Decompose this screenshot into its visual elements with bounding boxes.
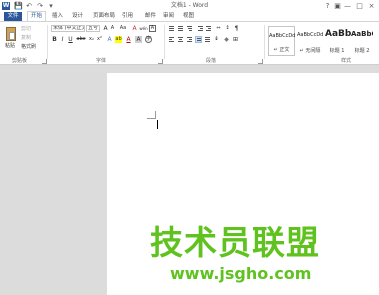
bold-button[interactable]: B	[51, 36, 58, 43]
style-name-label: 标题 1	[329, 48, 345, 54]
numbering-icon[interactable]	[177, 25, 184, 32]
italic-button[interactable]: I	[59, 36, 66, 43]
shrink-font-button[interactable]: A	[109, 25, 116, 32]
paragraph-group-label: 段落	[206, 58, 217, 64]
margin-marker	[155, 111, 156, 119]
change-case-button[interactable]: Aa	[118, 25, 128, 32]
text-effects-button[interactable]: A	[106, 36, 113, 43]
align-center-icon[interactable]	[177, 36, 184, 43]
help-button[interactable]: ?	[323, 1, 332, 11]
clipboard-launcher-icon[interactable]	[42, 59, 47, 64]
margin-marker	[147, 118, 155, 119]
decrease-indent-icon[interactable]	[197, 25, 204, 32]
grow-font-button[interactable]: A	[102, 25, 109, 32]
ribbon-home: 粘贴 剪切 复制 格式刷 剪贴板 宋体 (中文正文) 五号 A A Aa A w…	[0, 21, 379, 65]
character-shading-button[interactable]: A	[135, 36, 142, 43]
tab-mailings[interactable]: 邮件	[145, 12, 156, 21]
shading-icon[interactable]: ◆	[223, 36, 230, 43]
style-sample-text: AaBbC	[351, 30, 373, 38]
tab-home[interactable]: 开始	[27, 11, 46, 21]
style-name-label: ↵ 正文	[273, 47, 290, 53]
bullets-icon[interactable]	[168, 25, 175, 32]
style-heading-1[interactable]: AaBb 标题 1	[325, 26, 352, 56]
clear-formatting-button[interactable]: A	[131, 25, 138, 32]
watermark-url: www.jsgho.com	[170, 264, 312, 283]
minimize-button[interactable]: —	[343, 1, 352, 11]
align-right-icon[interactable]	[186, 36, 193, 43]
group-separator	[164, 25, 165, 59]
strikethrough-button[interactable]: abc	[76, 36, 86, 43]
increase-indent-icon[interactable]	[205, 25, 212, 32]
tab-page-layout[interactable]: 页面布局	[93, 12, 115, 21]
align-left-icon[interactable]	[168, 36, 175, 43]
style-name-label: ↵ 无间隔	[299, 48, 321, 54]
superscript-button[interactable]: x²	[96, 36, 103, 43]
phonetic-guide-button[interactable]: wén	[139, 25, 148, 32]
multilevel-list-icon[interactable]	[186, 25, 193, 32]
font-launcher-icon[interactable]	[158, 59, 163, 64]
font-size-combobox[interactable]: 五号	[86, 25, 100, 32]
copy-button[interactable]: 复制	[21, 35, 31, 41]
tab-file[interactable]: 文件	[4, 12, 22, 21]
paragraph-launcher-icon[interactable]	[258, 59, 263, 64]
style-normal[interactable]: AaBbCcDd ↵ 正文	[268, 26, 295, 56]
borders-icon[interactable]: ⊞	[232, 36, 239, 43]
cut-button[interactable]: 剪切	[21, 26, 31, 32]
format-painter-button[interactable]: 格式刷	[21, 44, 36, 50]
styles-group-label: 样式	[341, 58, 352, 64]
ribbon-tabs: 文件 开始 插入 设计 页面布局 引用 邮件 审阅 视图	[0, 11, 379, 21]
line-spacing-icon[interactable]: ↨	[213, 36, 220, 43]
maximize-button[interactable]: □	[355, 1, 364, 11]
character-border-button[interactable]: A	[149, 25, 156, 32]
title-bar: W 💾 ↶ ↷ ▾ 文档1 - Word ? ▣ — □ ×	[0, 0, 379, 12]
tab-design[interactable]: 设计	[72, 12, 83, 21]
justify-icon[interactable]	[195, 36, 202, 43]
font-group-label: 字体	[96, 58, 107, 64]
style-heading-2[interactable]: AaBbC 标题 2	[351, 26, 373, 56]
style-sample-text: AaBb	[325, 29, 352, 39]
ribbon-display-options-button[interactable]: ▣	[333, 1, 342, 11]
font-name-combobox[interactable]: 宋体 (中文正文)	[51, 25, 85, 32]
clipboard-group-label: 剪贴板	[12, 58, 28, 64]
highlight-button[interactable]: ab	[115, 36, 122, 43]
chinese-layout-icon[interactable]: ⇔	[215, 25, 222, 32]
tab-insert[interactable]: 插入	[52, 12, 63, 21]
style-no-spacing[interactable]: AaBbCcDd ↵ 无间隔	[297, 26, 323, 56]
watermark-title: 技术员联盟	[150, 223, 320, 262]
enclose-characters-button[interactable]: 字	[145, 36, 152, 43]
paste-button-label[interactable]: 粘贴	[5, 43, 15, 49]
show-hide-marks-icon[interactable]: ¶	[233, 25, 240, 32]
tab-references[interactable]: 引用	[122, 12, 133, 21]
close-button[interactable]: ×	[367, 1, 376, 11]
paste-icon[interactable]	[6, 27, 16, 41]
font-color-button[interactable]: A	[125, 36, 132, 43]
subscript-button[interactable]: x₂	[88, 36, 95, 43]
style-name-label: 标题 2	[354, 48, 370, 54]
style-sample-text: AaBbCcDd	[269, 33, 296, 39]
underline-button[interactable]: U	[67, 36, 74, 43]
group-separator	[47, 25, 48, 59]
tab-view[interactable]: 视图	[183, 12, 194, 21]
distributed-icon[interactable]	[204, 36, 211, 43]
tab-review[interactable]: 审阅	[163, 12, 174, 21]
sort-icon[interactable]: ↕	[224, 25, 231, 32]
style-sample-text: AaBbCcDd	[297, 32, 324, 38]
text-cursor	[157, 120, 158, 129]
group-separator	[264, 25, 265, 59]
